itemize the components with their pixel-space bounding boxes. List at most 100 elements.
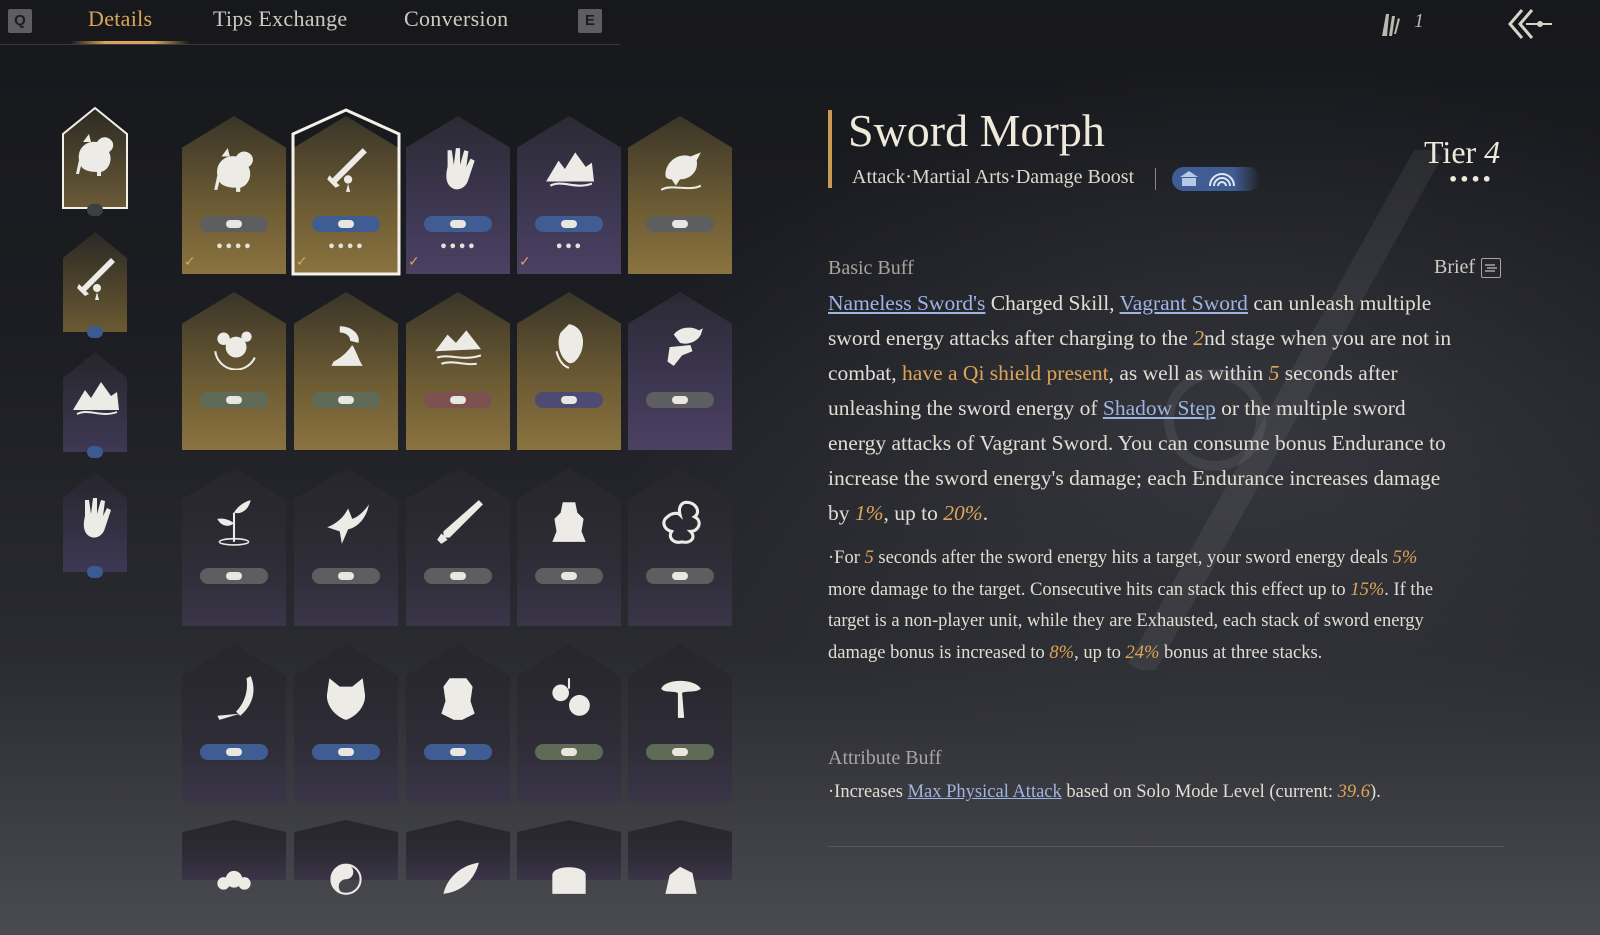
attribute-buff-heading: Attribute Buff [828, 747, 942, 769]
sidebar-pip [87, 566, 103, 578]
armor-icon [433, 672, 483, 722]
max-physical-attack-link[interactable]: Max Physical Attack [908, 782, 1062, 802]
attribute-buff-text: ·Increases Max Physical Attack based on … [828, 782, 1381, 802]
skill-tags: Attack·Martial Arts·Damage Boost [852, 166, 1135, 188]
tier-dots: •••• [1448, 170, 1493, 189]
skill-card-helmet[interactable] [517, 820, 621, 894]
skill-card-scythe[interactable] [182, 644, 286, 802]
attribute-pill [424, 392, 492, 408]
page-title: Sword Morph [848, 105, 1105, 156]
skill-card-sword[interactable]: •••• ✓ [291, 108, 401, 276]
bonus-effect-text: ·For 5 seconds after the sword energy hi… [828, 548, 1434, 663]
check-icon: ✓ [184, 254, 196, 270]
skill-card-statue[interactable] [517, 468, 621, 626]
skill-card-tree[interactable] [628, 644, 732, 802]
card-tier-dots: •••• [327, 240, 365, 255]
sword-icon [71, 254, 119, 307]
crane-icon [655, 144, 705, 194]
feather-icon [1378, 10, 1402, 38]
skill-card-ox[interactable]: •••• ✓ [182, 116, 286, 274]
sidebar-pip [87, 446, 103, 458]
skill-card-hand[interactable]: •••• ✓ [406, 116, 510, 274]
attribute-pill [200, 568, 268, 584]
card-tier-dots: •••• [439, 240, 477, 255]
skill-card-gourd[interactable] [517, 644, 621, 802]
skill-card-dragon[interactable] [628, 468, 732, 626]
attribute-pill [200, 216, 268, 232]
sidebar-item-hand[interactable] [63, 472, 127, 578]
rock-icon [655, 848, 705, 898]
attribute-pill [424, 216, 492, 232]
active-tab-underline [70, 41, 190, 44]
skill-card-bird-on-hand[interactable] [628, 292, 732, 450]
skill-card-sprout[interactable] [182, 468, 286, 626]
attribute-pill [312, 392, 380, 408]
subtitle-divider [1155, 168, 1156, 190]
vagrant-sword-link[interactable]: Vagrant Sword [1120, 291, 1248, 315]
shadow-step-link[interactable]: Shadow Step [1103, 396, 1216, 420]
skill-card-mask-face[interactable] [517, 292, 621, 450]
skill-card-leaf[interactable] [406, 820, 510, 894]
title-accent-bar [828, 110, 832, 188]
skill-card-blade[interactable] [406, 468, 510, 626]
water-pour-icon [321, 320, 371, 370]
sprout-icon [209, 496, 259, 546]
toggle-list-icon[interactable] [1481, 258, 1501, 278]
skill-card-swallow[interactable] [294, 468, 398, 626]
brief-toggle[interactable]: Brief [1434, 256, 1475, 279]
dragon-icon [655, 496, 705, 546]
sword-icon [321, 144, 371, 194]
skill-card-yin-yang[interactable] [294, 820, 398, 895]
nameless-sword-link[interactable]: Nameless Sword's [828, 291, 985, 315]
leaf-icon [433, 848, 483, 898]
next-tab-key[interactable]: E [578, 9, 602, 33]
blossom-icon [209, 848, 259, 898]
gourd-icon [544, 672, 594, 722]
attribute-pill [424, 744, 492, 760]
tier-label: Tier 4 [1424, 134, 1501, 170]
tab-conversion[interactable]: Conversion [404, 6, 508, 32]
attribute-pill [535, 744, 603, 760]
check-icon: ✓ [519, 254, 531, 270]
statue-icon [544, 496, 594, 546]
double-arrow-back-icon[interactable] [1506, 6, 1556, 42]
mountain-icon [544, 144, 594, 194]
sidebar-item-mountain[interactable] [63, 352, 127, 458]
sidebar-item-sword[interactable] [63, 232, 127, 338]
basic-buff-heading: Basic Buff [828, 257, 914, 279]
blade-icon [433, 496, 483, 546]
attribute-pill [646, 216, 714, 232]
hand-icon [71, 494, 119, 547]
landscape-icon [433, 320, 483, 370]
prev-tab-key[interactable]: Q [8, 9, 32, 33]
card-tier-dots: ••• [555, 240, 583, 255]
basic-buff-text: Nameless Sword's Charged Skill, Vagrant … [828, 291, 1452, 525]
swallow-icon [321, 496, 371, 546]
bird-on-hand-icon [655, 320, 705, 370]
panel-divider [828, 846, 1504, 847]
attribute-badge [1172, 167, 1260, 191]
skill-card-rock[interactable] [628, 820, 732, 894]
ox-icon [209, 144, 259, 194]
skill-card-flower[interactable] [182, 292, 286, 450]
sidebar-item-ox[interactable] [62, 106, 128, 216]
skill-card-blossom[interactable] [182, 820, 286, 890]
skill-card-armor[interactable] [406, 644, 510, 802]
rainbow-icon [1209, 173, 1235, 187]
tab-tips-exchange[interactable]: Tips Exchange [213, 6, 347, 32]
helmet-icon [544, 848, 594, 898]
check-icon: ✓ [408, 254, 420, 270]
skill-card-landscape[interactable] [406, 292, 510, 450]
skill-card-water-pour[interactable] [294, 292, 398, 450]
attribute-pill [646, 568, 714, 584]
attribute-pill [312, 568, 380, 584]
skill-card-mountain[interactable]: ••• ✓ [517, 116, 621, 274]
skill-card-crane[interactable] [628, 116, 732, 274]
tab-details[interactable]: Details [88, 6, 152, 32]
scythe-icon [209, 672, 259, 722]
attribute-pill [646, 744, 714, 760]
skill-card-wolf[interactable] [294, 644, 398, 802]
mask-face-icon [544, 320, 594, 370]
attribute-pill [200, 392, 268, 408]
attribute-pill [535, 568, 603, 584]
